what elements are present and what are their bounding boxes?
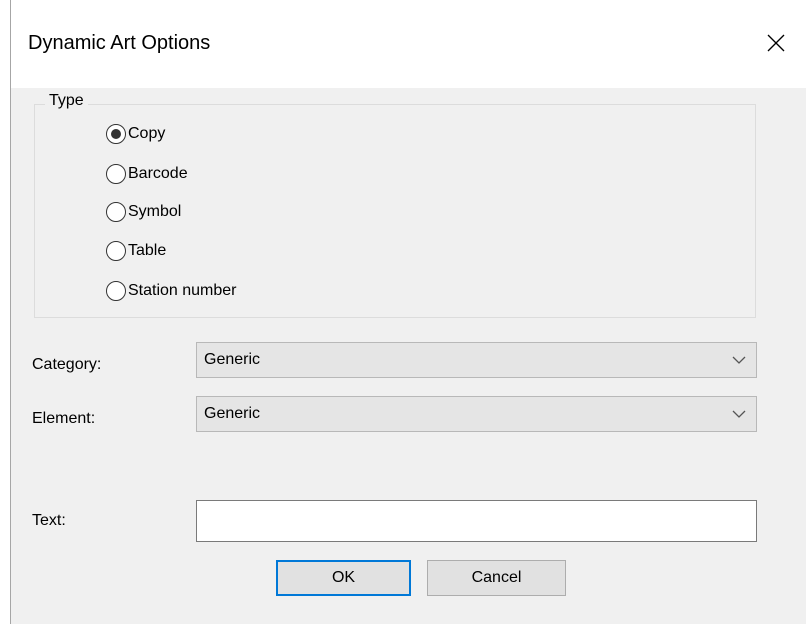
radio-button-icon[interactable] — [106, 241, 126, 261]
radio-table[interactable]: Table — [106, 238, 166, 264]
cancel-button[interactable]: Cancel — [427, 560, 566, 596]
radio-station-number[interactable]: Station number — [106, 278, 237, 304]
radio-label: Barcode — [128, 165, 188, 182]
text-input[interactable] — [196, 500, 757, 542]
close-icon — [767, 34, 785, 52]
radio-copy[interactable]: Copy — [106, 121, 165, 147]
category-value: Generic — [204, 351, 261, 368]
type-group-label: Type — [45, 92, 88, 110]
ok-button[interactable]: OK — [276, 560, 411, 596]
radio-label: Symbol — [128, 203, 182, 220]
radio-button-icon[interactable] — [106, 281, 126, 301]
dynamic-art-options-dialog: Dynamic Art Options Type Copy Barcode Sy… — [10, 0, 806, 624]
radio-barcode[interactable]: Barcode — [106, 161, 188, 187]
element-select[interactable]: Generic — [196, 396, 757, 432]
radio-label: Table — [128, 242, 167, 259]
category-select[interactable]: Generic — [196, 342, 757, 378]
dialog-title: Dynamic Art Options — [28, 32, 211, 54]
radio-button-icon[interactable] — [106, 124, 126, 144]
chevron-down-icon — [732, 410, 746, 418]
close-button[interactable] — [746, 14, 806, 72]
radio-button-icon[interactable] — [106, 164, 126, 184]
radio-button-icon[interactable] — [106, 202, 126, 222]
title-bar: Dynamic Art Options — [11, 0, 806, 88]
element-value: Generic — [204, 405, 261, 422]
radio-label: Copy — [128, 125, 166, 142]
chevron-down-icon — [732, 356, 746, 364]
radio-label: Station number — [128, 282, 237, 299]
text-label: Text: — [32, 512, 66, 529]
element-label: Element: — [32, 410, 96, 427]
radio-symbol[interactable]: Symbol — [106, 199, 181, 225]
category-label: Category: — [32, 356, 102, 373]
